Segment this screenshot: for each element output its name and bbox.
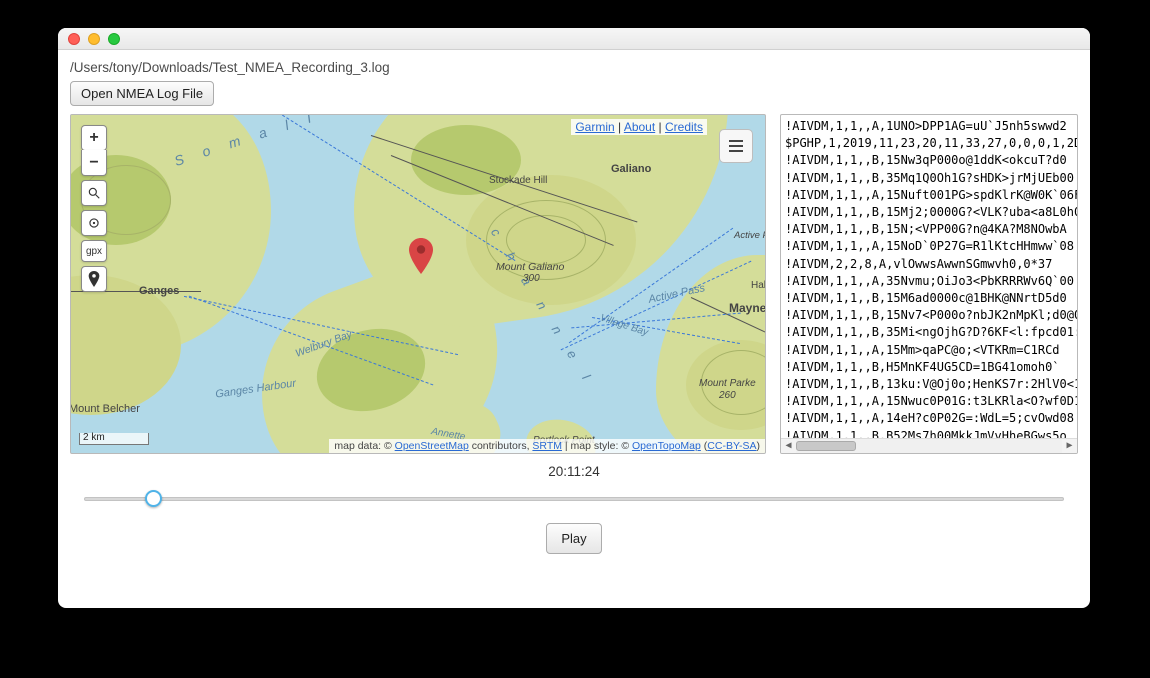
horizontal-scrollbar[interactable]: ◀ ▶ [781,438,1077,453]
gpx-button[interactable]: gpx [81,240,107,262]
hamburger-icon [729,145,743,147]
map-locate-button[interactable] [81,210,107,236]
open-log-button[interactable]: Open NMEA Log File [70,81,214,106]
location-marker-icon[interactable] [409,238,433,274]
play-button[interactable]: Play [546,523,601,554]
zoom-out-button[interactable]: − [81,150,107,176]
minimize-icon[interactable] [88,33,100,45]
scroll-thumb[interactable] [796,441,856,451]
titlebar [58,28,1090,50]
crosshair-icon [87,216,101,230]
garmin-link[interactable]: Garmin [575,120,614,134]
srtm-link[interactable]: SRTM [532,440,562,452]
nmea-log-panel: !AIVDM,1,1,,A,1UNO>DPP1AG=uU`J5nh5swwd2 … [780,114,1078,454]
about-link[interactable]: About [624,120,655,134]
map-label: Mount Galiano [496,261,564,273]
map-view[interactable]: S o m a l I c h a n n e l Ganges Mount B… [70,114,766,454]
scroll-track[interactable] [796,439,1062,454]
zoom-icon[interactable] [108,33,120,45]
opentopomap-link[interactable]: OpenTopoMap [632,440,701,452]
slider-track [84,497,1064,501]
time-slider[interactable] [84,487,1064,509]
scroll-left-icon[interactable]: ◀ [781,439,796,454]
map-label: Village Bay [599,313,650,339]
map-label: Active Pass Lighthouse [734,230,766,241]
map-controls: + − gpx [81,125,107,292]
close-icon[interactable] [68,33,80,45]
app-window: /Users/tony/Downloads/Test_NMEA_Recordin… [58,28,1090,608]
map-provider-links: Garmin | About | Credits [571,119,707,135]
pin-icon [88,271,100,287]
log-text[interactable]: !AIVDM,1,1,,A,1UNO>DPP1AG=uU`J5nh5swwd2 … [781,115,1077,438]
map-label: 260 [719,390,736,401]
map-search-button[interactable] [81,180,107,206]
map-label: 300 [523,273,540,284]
map-label: Galiano [611,163,651,175]
map-label: Mount Parke [699,378,756,389]
map-label: Stockade Hill [489,175,547,186]
slider-thumb[interactable] [145,490,162,507]
timecode-label: 20:11:24 [70,464,1078,479]
content: /Users/tony/Downloads/Test_NMEA_Recordin… [58,50,1090,608]
map-menu-button[interactable] [719,129,753,163]
map-label: Hall [751,280,766,291]
map-attribution: map data: © OpenStreetMap contributors, … [329,439,765,453]
zoom-in-button[interactable]: + [81,125,107,151]
osm-link[interactable]: OpenStreetMap [395,440,469,452]
map-marker-button[interactable] [81,266,107,292]
map-label: Mount Belcher [70,403,140,415]
file-path-label: /Users/tony/Downloads/Test_NMEA_Recordin… [70,60,1078,75]
map-label: Ganges [139,285,179,297]
license-link[interactable]: CC-BY-SA [707,440,756,452]
search-icon [87,186,101,200]
scroll-right-icon[interactable]: ▶ [1062,439,1077,454]
map-label: Mayne [729,301,766,315]
credits-link[interactable]: Credits [665,120,703,134]
scale-bar: 2 km [79,433,149,445]
